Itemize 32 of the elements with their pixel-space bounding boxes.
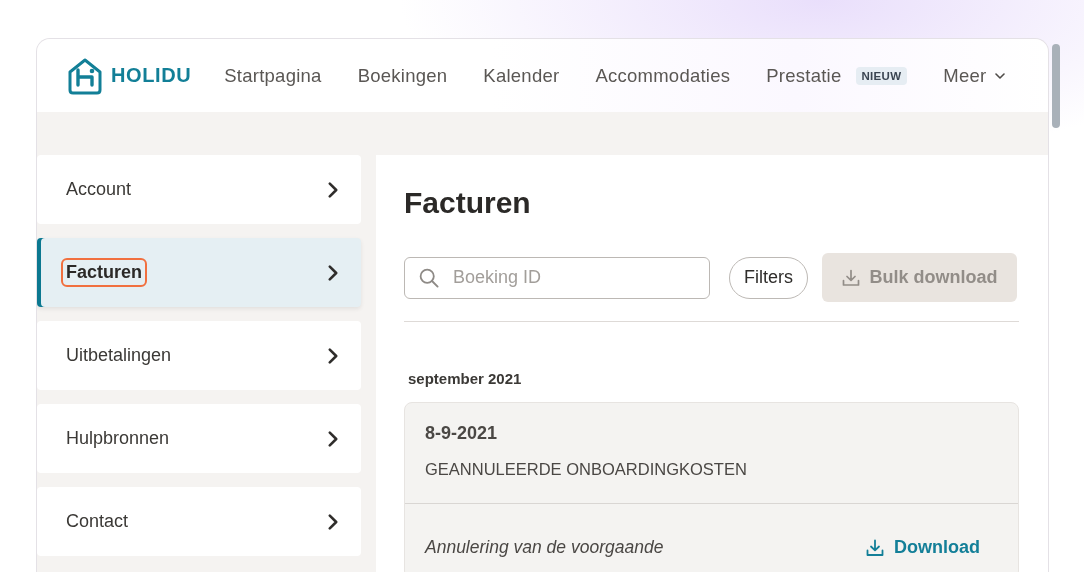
month-heading: september 2021 — [408, 370, 522, 387]
search-field[interactable]: Boeking ID — [404, 256, 710, 299]
page-title: Facturen — [404, 185, 531, 221]
nav-link[interactable]: Accommodaties — [595, 64, 731, 87]
chevron-down-icon — [994, 72, 1005, 79]
invoice-date: 8-9-2021 — [425, 423, 498, 444]
chevron-right-icon — [328, 347, 338, 364]
download-icon — [841, 268, 860, 287]
sidebar-item[interactable]: Facturen — [37, 238, 361, 307]
nav-link[interactable]: Startpagina — [224, 64, 322, 87]
sidebar-item[interactable]: Account — [37, 155, 361, 224]
sidebar-item[interactable]: Contact — [37, 487, 361, 556]
search-icon — [419, 267, 439, 288]
home-logo-link[interactable]: HOLIDU — [67, 56, 192, 95]
sidebar-item[interactable]: Uitbetalingen — [37, 321, 361, 390]
filters-button[interactable]: Filters — [729, 256, 808, 299]
nav-link[interactable]: Kalender — [483, 64, 560, 87]
invoice-description: Annulering van de voorgaande — [425, 537, 664, 558]
download-link[interactable]: Download — [866, 537, 980, 558]
nav-badge: NIEUW — [855, 66, 908, 85]
house-icon — [67, 56, 103, 95]
chevron-right-icon — [328, 513, 338, 530]
chevron-right-icon — [328, 181, 338, 198]
more-menu-button[interactable]: Meer — [943, 64, 1005, 87]
invoice-type: GEANNULEERDE ONBOARDINGKOSTEN — [425, 460, 747, 479]
chevron-right-icon — [328, 264, 338, 281]
sidebar-item[interactable]: Hulpbronnen — [37, 404, 361, 473]
scrollbar-thumb[interactable] — [1052, 44, 1060, 128]
nav-link[interactable]: Prestatie — [766, 64, 842, 87]
download-icon — [866, 538, 884, 557]
chevron-right-icon — [328, 430, 338, 447]
nav-link[interactable]: Boekingen — [357, 64, 448, 87]
